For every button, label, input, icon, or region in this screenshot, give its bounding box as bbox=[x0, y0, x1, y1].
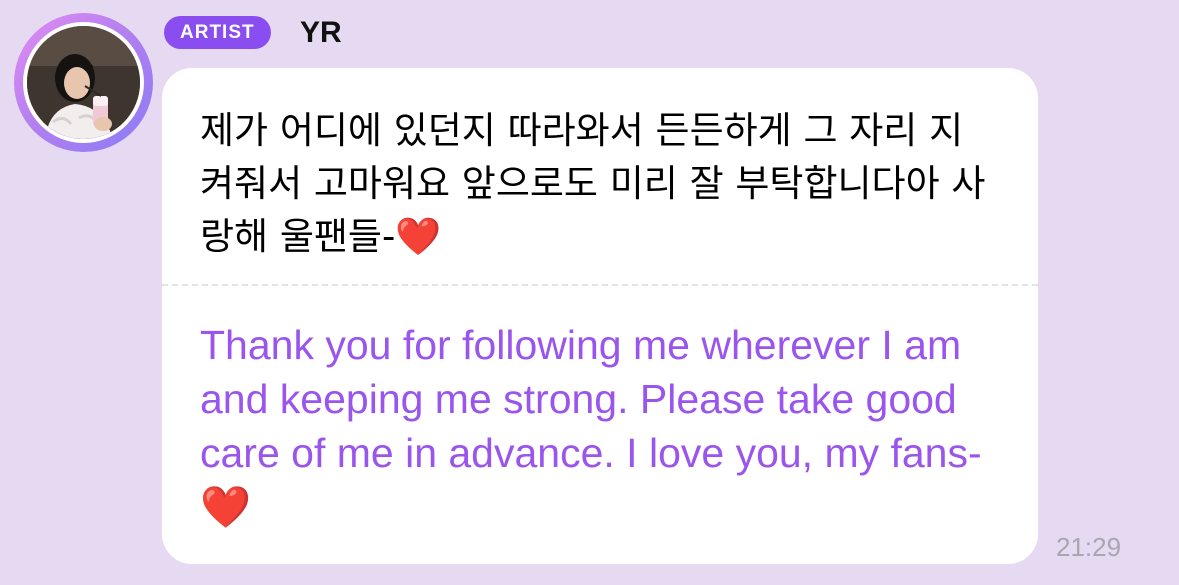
sender-name[interactable]: YR bbox=[300, 14, 342, 52]
translated-message-text: Thank you for following me wherever I am… bbox=[200, 322, 982, 530]
artist-badge: ARTIST bbox=[164, 16, 271, 49]
translation-divider bbox=[162, 284, 1038, 286]
avatar-ring[interactable] bbox=[14, 13, 153, 152]
original-message-text: 제가 어디에 있던지 따라와서 든든하게 그 자리 지켜줘서 고마워요 앞으로도… bbox=[200, 109, 986, 258]
message-bubble[interactable]: 제가 어디에 있던지 따라와서 든든하게 그 자리 지켜줘서 고마워요 앞으로도… bbox=[162, 68, 1038, 564]
message-timestamp: 21:29 bbox=[1056, 532, 1122, 562]
avatar[interactable] bbox=[23, 22, 144, 143]
profile-photo-icon bbox=[27, 26, 140, 139]
